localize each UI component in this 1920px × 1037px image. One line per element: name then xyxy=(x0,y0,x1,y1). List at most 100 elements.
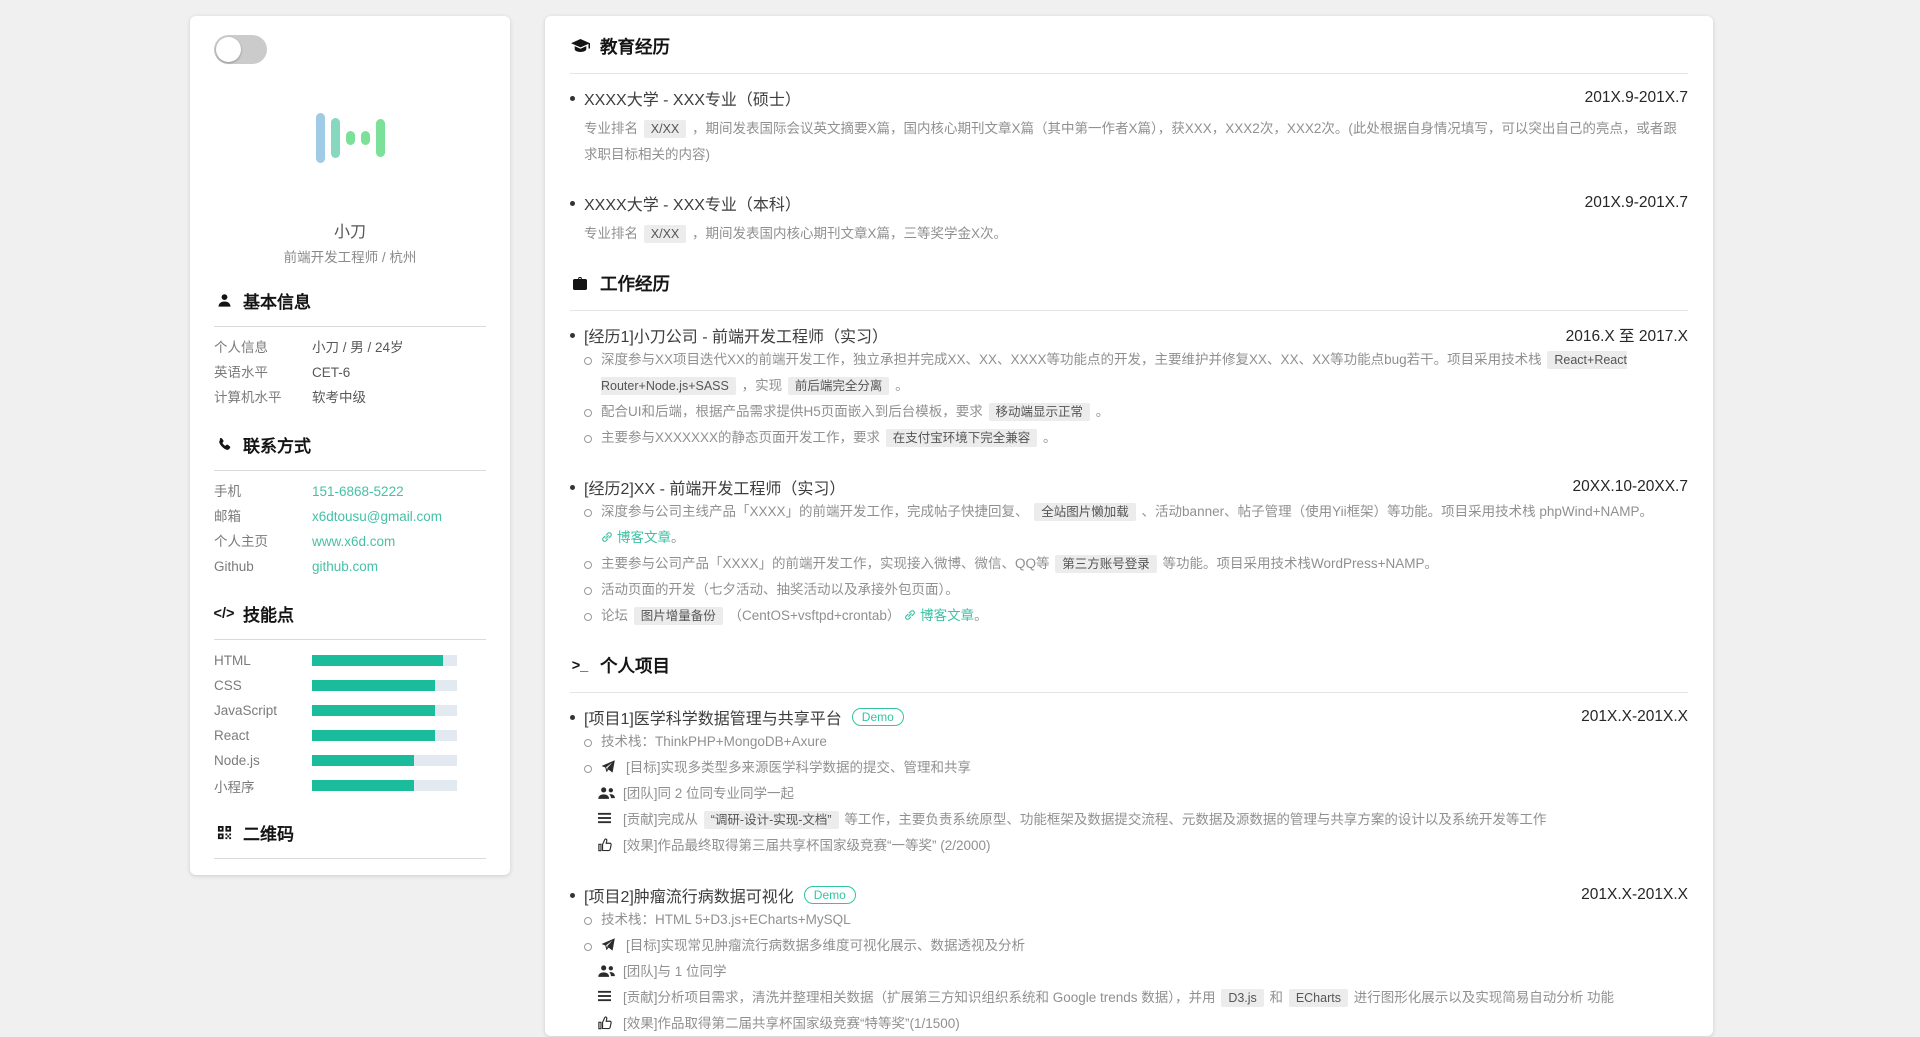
work-bullet: 活动页面的开发（七夕活动、抽奖活动以及承接外包页面）。 xyxy=(584,577,1688,603)
logo-bar xyxy=(316,113,325,163)
indent-spacer xyxy=(584,807,598,833)
work-bullet: 论坛 图片增量备份 （CentOS+vsftpd+crontab） 博客文章。 xyxy=(584,603,1688,629)
skill-label: JavaScript xyxy=(214,703,312,718)
info-row-value: CET-6 xyxy=(312,360,350,385)
skill-bar-fill xyxy=(312,780,414,791)
highlight-chip: 移动端显示正常 xyxy=(989,403,1091,421)
project-line-text: [效果]作品最终取得第三届共享杯国家级竞赛“一等奖” (2/2000) xyxy=(623,833,1688,859)
contact-row-value[interactable]: x6dtousu@gmail.com xyxy=(312,504,442,529)
section-contact-title: 联系方式 xyxy=(214,432,486,457)
bullet-dot-icon xyxy=(570,485,584,490)
team-icon xyxy=(598,959,623,985)
text-segment: 主要参与公司产品「XXXX」的前端开发工作，实现接入微博、微信、QQ等 xyxy=(601,556,1053,571)
entry-title-row: [项目1]医学科学数据管理与共享平台Demo201X.X-201X.X xyxy=(570,705,1688,729)
bullet-dot-icon xyxy=(570,96,584,101)
text-segment: ，期间发表国内核心期刊文章X篇，三等奖学金X次。 xyxy=(688,226,1007,241)
highlight-chip: ECharts xyxy=(1289,989,1348,1007)
skill-bar-fill xyxy=(312,705,435,716)
contact-row-label: 手机 xyxy=(214,479,312,504)
work-bullet: 深度参与公司主线产品「XXXX」的前端开发工作，完成帖子快捷回复、 全站图片懒加… xyxy=(584,499,1688,551)
highlight-chip: “调研-设计-实现-文档” xyxy=(704,811,839,829)
entry-date: 2016.X 至 2017.X xyxy=(1566,324,1688,346)
info-row-value: 软考中级 xyxy=(312,385,366,410)
project-line-text: 技术栈：HTML 5+D3.js+ECharts+MySQL xyxy=(601,907,1688,933)
project-line-text: [目标]实现常见肿瘤流行病数据多维度可视化展示、数据透视及分析 xyxy=(626,933,1688,959)
project-line: [团队]与 1 位同学 xyxy=(584,959,1688,985)
logo-bar xyxy=(331,118,340,158)
project-line-text: [贡献]分析项目需求，清洗并整理相关数据（扩展第三方知识组织系统和 Google… xyxy=(623,985,1688,1011)
sidebar: 小刀 前端开发工程师 / 杭州 基本信息 个人信息小刀 / 男 / 24岁英语水… xyxy=(190,16,510,875)
skill-rows: HTMLCSSJavaScriptReactNode.js小程序 xyxy=(214,648,486,798)
text-segment: 专业排名 xyxy=(584,121,642,136)
work-bullet-text: 深度参与公司主线产品「XXXX」的前端开发工作，完成帖子快捷回复、 全站图片懒加… xyxy=(601,499,1688,551)
skill-bar-track xyxy=(312,755,457,766)
person-icon xyxy=(214,293,234,308)
resume-main: 教育经历 XXXX大学 - XXX专业（硕士）201X.9-201X.7专业排名… xyxy=(545,16,1713,1036)
work-bullet-text: 活动页面的开发（七夕活动、抽奖活动以及承接外包页面）。 xyxy=(601,577,1688,603)
work-entries: [经历1]小刀公司 - 前端开发工程师（实习）2016.X 至 2017.X深度… xyxy=(570,323,1688,629)
text-segment: [效果]作品取得第二届共享杯国家级竞赛“特等奖”(1/1500) xyxy=(623,1016,960,1031)
project-line-text: [团队]同 2 位同专业同学一起 xyxy=(623,781,1688,807)
text-segment: 和 xyxy=(1266,990,1287,1005)
logo-bar xyxy=(361,131,370,145)
skill-row: 小程序 xyxy=(214,773,486,798)
work-bullet-text: 主要参与XXXXXXX的静态页面开发工作，要求 在支付宝环境下完全兼容 。 xyxy=(601,425,1688,451)
highlight-chip: D3.js xyxy=(1221,989,1263,1007)
text-segment: [贡献]分析项目需求，清洗并整理相关数据（扩展第三方知识组织系统和 Google… xyxy=(623,990,1219,1005)
work-bullet-text: 深度参与XX项目迭代XX的前端开发工作，独立承担并完成XX、XX、XXXX等功能… xyxy=(601,347,1688,399)
divider xyxy=(570,73,1688,74)
project-entry: [项目2]肿瘤流行病数据可视化Demo201X.X-201X.X技术栈：HTML… xyxy=(570,883,1688,1037)
section-basic-info-title: 基本信息 xyxy=(214,288,486,313)
demo-badge[interactable]: Demo xyxy=(852,708,904,726)
thumbs-up-icon xyxy=(598,1011,623,1037)
highlight-chip: 第三方账号登录 xyxy=(1055,555,1157,573)
project-line-text: [贡献]完成从 “调研-设计-实现-文档” 等工作，主要负责系统原型、功能框架及… xyxy=(623,807,1688,833)
contact-row-value[interactable]: github.com xyxy=(312,554,378,579)
info-row: 计算机水平软考中级 xyxy=(214,385,486,410)
text-segment: 、活动banner、帖子管理（使用Yii框架）等功能。项目采用技术栈 phpWi… xyxy=(1138,504,1653,519)
section-skills-title: </> 技能点 xyxy=(214,601,486,626)
text-segment: 。 xyxy=(1092,404,1109,419)
contact-row: 个人主页www.x6d.com xyxy=(214,529,486,554)
highlight-chip: X/XX xyxy=(644,120,687,138)
skill-bar-fill xyxy=(312,755,414,766)
skill-row: HTML xyxy=(214,648,486,673)
circle-bullet-icon xyxy=(584,907,601,933)
theme-toggle[interactable] xyxy=(214,35,267,64)
entry-date: 201X.X-201X.X xyxy=(1581,708,1688,726)
education-entry: XXXX大学 - XXX专业（硕士）201X.9-201X.7专业排名 X/XX… xyxy=(570,86,1688,167)
blog-link[interactable]: 博客文章 xyxy=(904,603,974,629)
education-entries: XXXX大学 - XXX专业（硕士）201X.9-201X.7专业排名 X/XX… xyxy=(570,86,1688,247)
section-education: 教育经历 XXXX大学 - XXX专业（硕士）201X.9-201X.7专业排名… xyxy=(570,34,1688,247)
entry-title: XXXX大学 - XXX专业（本科） xyxy=(584,191,801,215)
person-name: 小刀 xyxy=(214,218,486,242)
text-segment: 专业排名 xyxy=(584,226,642,241)
highlight-chip: 前后端完全分离 xyxy=(788,377,890,395)
section-qrcode-title: 二维码 xyxy=(214,820,486,845)
contact-row-value[interactable]: www.x6d.com xyxy=(312,529,395,554)
skill-label: HTML xyxy=(214,653,312,668)
entry-description: 专业排名 X/XX ，期间发表国内核心期刊文章X篇，三等奖学金X次。 xyxy=(584,221,1688,247)
entry-title: XXXX大学 - XXX专业（硕士） xyxy=(584,86,801,110)
indent-spacer xyxy=(584,959,598,985)
theme-toggle-knob xyxy=(216,37,241,62)
text-segment: [目标]实现多类型多来源医学科学数据的提交、管理和共享 xyxy=(626,760,971,775)
text-segment: 深度参与公司主线产品「XXXX」的前端开发工作，完成帖子快捷回复、 xyxy=(601,504,1032,519)
bullet-dot-icon xyxy=(570,201,584,206)
project-line-text: [团队]与 1 位同学 xyxy=(623,959,1688,985)
entry-date: 20XX.10-20XX.7 xyxy=(1573,478,1688,496)
info-row-label: 个人信息 xyxy=(214,335,312,360)
demo-badge[interactable]: Demo xyxy=(804,886,856,904)
blog-link[interactable]: 博客文章 xyxy=(601,525,671,551)
project-line: [效果]作品最终取得第三届共享杯国家级竞赛“一等奖” (2/2000) xyxy=(584,833,1688,859)
contact-row-value[interactable]: 151-6868-5222 xyxy=(312,479,404,504)
qrcode-icon xyxy=(214,825,234,840)
section-basic-info: 基本信息 个人信息小刀 / 男 / 24岁英语水平CET-6计算机水平软考中级 xyxy=(214,288,486,410)
circle-bullet-icon xyxy=(584,755,601,781)
project-line-text: [效果]作品取得第二届共享杯国家级竞赛“特等奖”(1/1500) xyxy=(623,1011,1688,1037)
text-segment: 。 xyxy=(974,608,988,623)
circle-bullet-icon xyxy=(584,603,601,629)
text-segment: （CentOS+vsftpd+crontab） xyxy=(725,608,904,623)
work-bullet-text: 配合UI和后端，根据产品需求提供H5页面嵌入到后台模板，要求 移动端显示正常 。 xyxy=(601,399,1688,425)
link-icon xyxy=(601,525,613,551)
